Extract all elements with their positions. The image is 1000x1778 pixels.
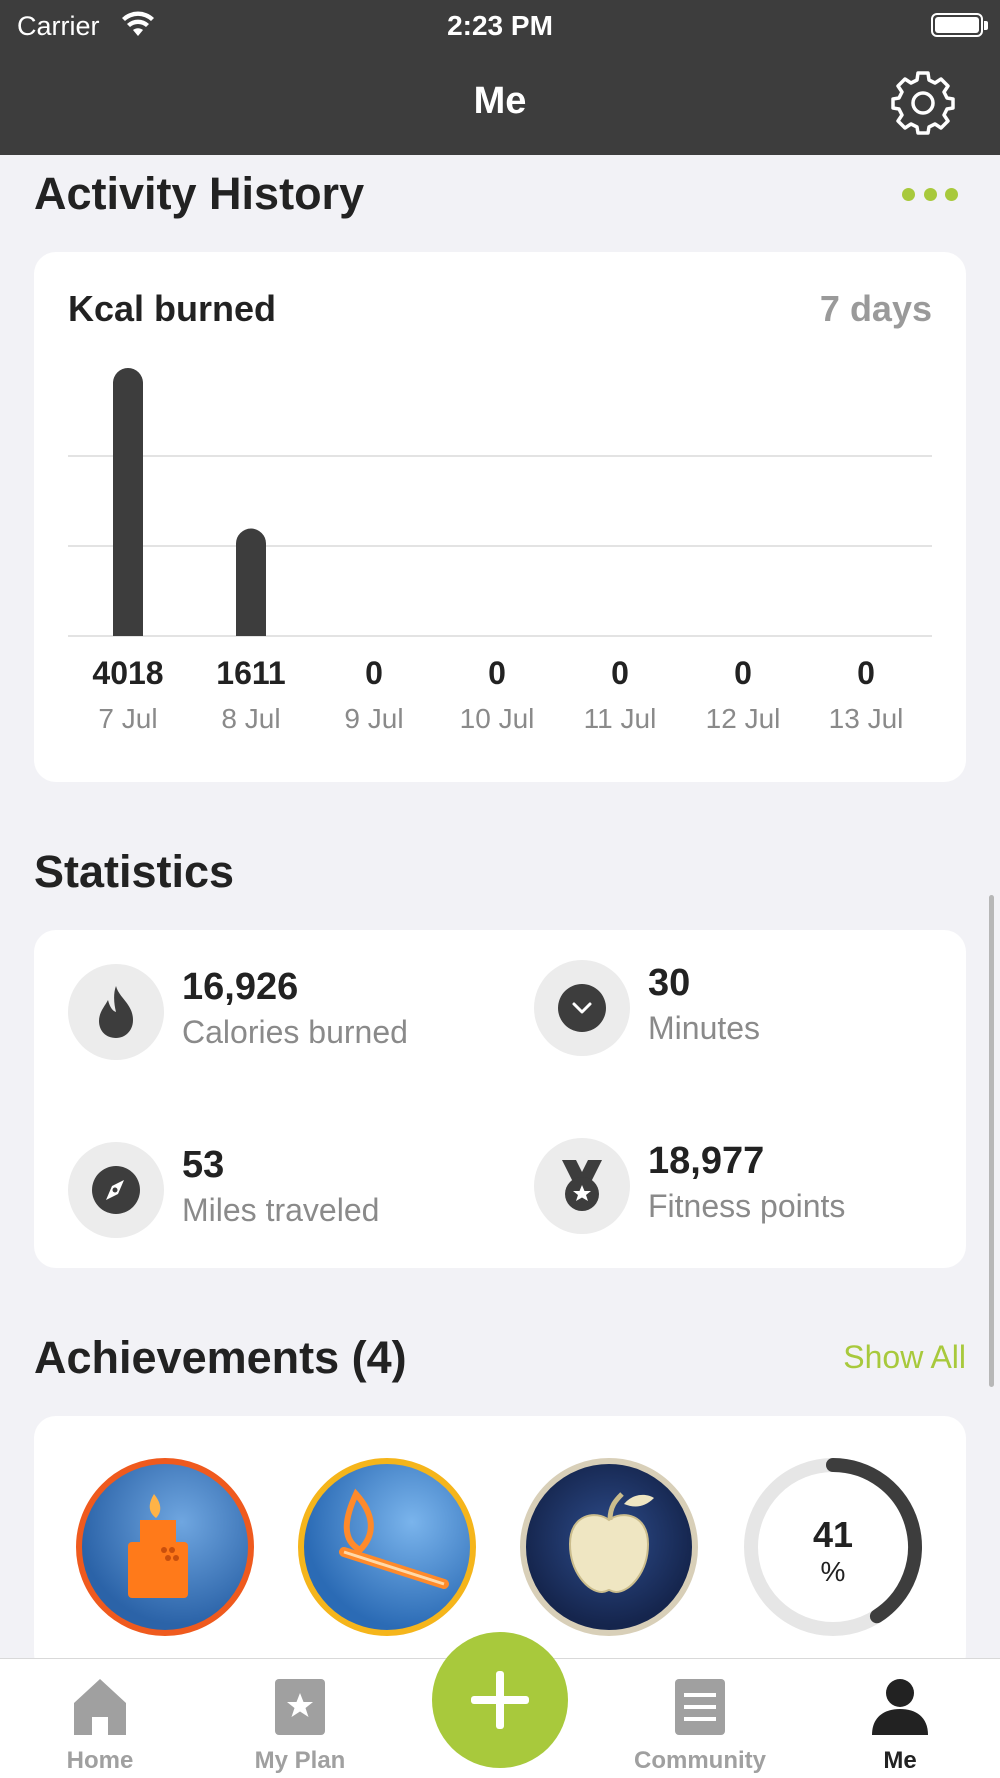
- progress-value: 41: [812, 1514, 854, 1555]
- statistics-title: Statistics: [34, 846, 235, 897]
- tab-label: Community: [634, 1747, 766, 1774]
- chart-bar-base: [113, 620, 143, 636]
- chart-bar[interactable]: [236, 528, 266, 636]
- compass-icon: [68, 1142, 164, 1238]
- flame-icon: [68, 964, 164, 1060]
- battery-icon: [931, 13, 988, 37]
- settings-gear-icon[interactable]: [890, 70, 956, 136]
- stat-label: Minutes: [648, 1010, 761, 1046]
- tab-community[interactable]: Community: [600, 1659, 800, 1778]
- tab-home[interactable]: Home: [0, 1659, 200, 1778]
- activity-chart-card[interactable]: Kcal burned 7 days 4018 7 Jul 1611 8 Jul 0 9 …: [34, 252, 966, 782]
- chart-tick-label: 10 Jul: [460, 703, 535, 734]
- chart-bar[interactable]: [113, 368, 143, 636]
- dot-icon: [902, 188, 915, 201]
- chart-tick-label: 13 Jul: [829, 703, 904, 734]
- stat-label: Miles traveled: [182, 1192, 380, 1228]
- show-all-link[interactable]: Show All: [843, 1339, 966, 1376]
- stat-value: 53: [182, 1144, 225, 1186]
- apple-badge-icon[interactable]: [520, 1458, 698, 1636]
- stat-label: Fitness points: [648, 1188, 846, 1224]
- chart-data-label: 0: [611, 655, 629, 691]
- kcal-bar-chart: 4018 7 Jul 1611 8 Jul 0 9 Jul 0 10 Jul 0 11 Jul 0 1…: [68, 368, 932, 734]
- match-badge-icon[interactable]: [298, 1458, 476, 1636]
- home-icon: [74, 1679, 126, 1735]
- tab-label: Home: [66, 1747, 134, 1774]
- chart-tick-label: 12 Jul: [706, 703, 781, 734]
- chart-tick-label: 7 Jul: [98, 703, 157, 734]
- more-options-button[interactable]: [902, 188, 958, 202]
- book-icon: [675, 1679, 725, 1735]
- dot-icon: [945, 188, 958, 201]
- progress-unit: %: [820, 1556, 846, 1587]
- tab-my-plan[interactable]: My Plan: [200, 1659, 400, 1778]
- status-time: 2:23 PM: [447, 10, 553, 41]
- tab-me[interactable]: Me: [800, 1659, 1000, 1778]
- medal-icon: [534, 1138, 630, 1234]
- top-bar: Carrier 2:23 PM Me: [0, 0, 1000, 155]
- lighter-badge-icon[interactable]: [76, 1458, 254, 1636]
- achievements-title: Achievements (4): [34, 1332, 407, 1383]
- star-card-icon: [275, 1679, 325, 1735]
- chart-bar-base: [236, 620, 266, 636]
- person-icon: [872, 1679, 928, 1735]
- page-title: Me: [473, 80, 527, 122]
- chart-data-label: 0: [365, 655, 383, 691]
- stat-value: 18,977: [648, 1140, 765, 1182]
- stat-value: 16,926: [182, 966, 299, 1008]
- statistics-card: 16,926 Calories burned 30 Minutes 53 Mil…: [34, 930, 966, 1268]
- chart-data-label: 4018: [92, 655, 163, 691]
- chart-data-label: 0: [488, 655, 506, 691]
- chart-data-label: 0: [734, 655, 752, 691]
- scrollbar[interactable]: [989, 895, 994, 1387]
- stat-value: 30: [648, 962, 691, 1004]
- chart-data-label: 1611: [216, 655, 285, 691]
- clock-icon: [534, 960, 630, 1056]
- chart-data-label: 0: [857, 655, 875, 691]
- plus-icon: [471, 1671, 529, 1729]
- activity-history-title: Activity History: [34, 168, 365, 219]
- stat-label: Calories burned: [182, 1014, 408, 1050]
- chart-tick-label: 8 Jul: [221, 703, 280, 734]
- status-bar: Carrier 2:23 PM: [0, 0, 1000, 52]
- chart-tick-label: 11 Jul: [584, 703, 657, 734]
- dot-icon: [923, 188, 937, 201]
- tab-label: My Plan: [254, 1747, 346, 1774]
- add-button[interactable]: [432, 1632, 568, 1768]
- chart-tick-label: 9 Jul: [344, 703, 403, 734]
- tab-label: Me: [883, 1747, 917, 1774]
